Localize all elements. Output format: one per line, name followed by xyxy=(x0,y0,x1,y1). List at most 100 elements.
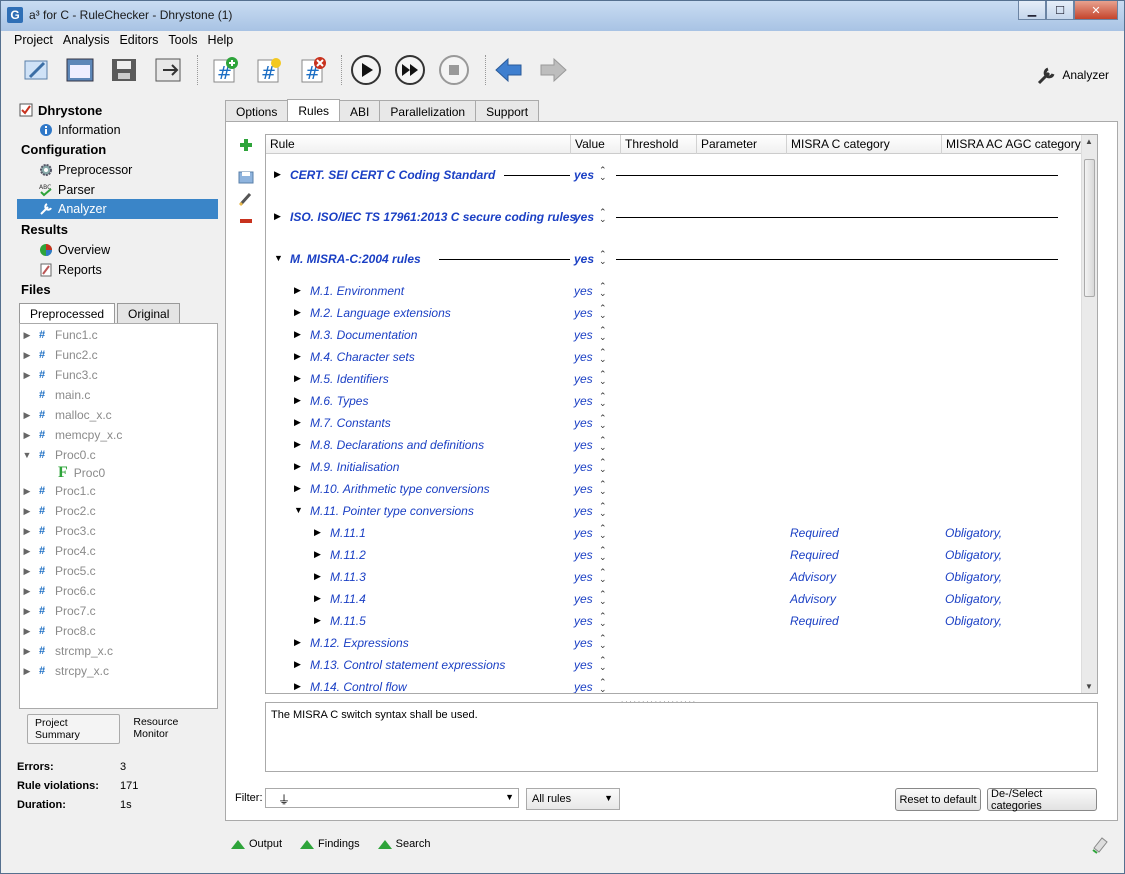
rule-value[interactable]: yes xyxy=(574,394,593,408)
maximize-button[interactable]: ☐ xyxy=(1046,1,1074,20)
menu-help[interactable]: Help xyxy=(203,31,239,51)
remove-file-button[interactable]: # xyxy=(297,54,329,86)
save-button[interactable] xyxy=(108,54,140,86)
rules-filter-select[interactable]: All rules ▼ xyxy=(526,788,620,810)
col-rule[interactable]: Rule xyxy=(266,135,571,154)
table-row[interactable]: ▶ M.5. Identifiers yes ⌃ ⌄ xyxy=(266,368,1082,390)
spin-icon[interactable]: ⌃ ⌄ xyxy=(599,414,607,430)
filter-input[interactable]: ⏚ ▼ xyxy=(265,788,519,808)
status-icon[interactable] xyxy=(1090,834,1110,857)
spin-icon[interactable]: ⌃ ⌄ xyxy=(599,590,607,606)
findings-panel-toggle[interactable]: Findings xyxy=(300,838,360,850)
table-row[interactable]: ▶ M.7. Constants yes ⌃ ⌄ xyxy=(266,412,1082,434)
expand-icon[interactable]: ▶ xyxy=(294,439,301,450)
rule-value[interactable]: yes xyxy=(574,328,593,342)
search-panel-toggle[interactable]: Search xyxy=(377,838,430,850)
expand-icon[interactable]: ▶ xyxy=(294,417,301,428)
spin-icon[interactable]: ⌃ ⌄ xyxy=(599,304,607,320)
expand-icon[interactable]: ▶ xyxy=(294,329,301,340)
file-item[interactable]: ▶ # Func2.c xyxy=(20,345,98,365)
file-item[interactable]: ▶ # Proc2.c xyxy=(20,501,96,521)
expand-icon[interactable]: ▶ xyxy=(314,615,321,626)
file-item[interactable]: ▶ # Proc8.c xyxy=(20,621,96,641)
table-row[interactable]: ▶ M.11.4 yes ⌃ ⌄ Advisory Obligatory, xyxy=(266,588,1082,610)
expand-icon[interactable]: ▶ xyxy=(314,527,321,538)
col-misra-c[interactable]: MISRA C category xyxy=(787,135,942,154)
spin-icon[interactable]: ⌃ ⌄ xyxy=(599,370,607,386)
file-item[interactable]: ▶ # strcmp_x.c xyxy=(20,641,113,661)
rule-value[interactable]: yes xyxy=(574,504,593,518)
spin-icon[interactable]: ⌃ ⌄ xyxy=(599,166,607,182)
table-row[interactable]: ▶ M.3. Documentation yes ⌃ ⌄ xyxy=(266,324,1082,346)
save-rules-button[interactable] xyxy=(237,168,255,186)
forward-button[interactable] xyxy=(537,54,569,86)
file-item[interactable]: ▶ # strcpy_x.c xyxy=(20,661,109,681)
rule-value[interactable]: yes xyxy=(574,306,593,320)
table-row[interactable]: ▼ M.11. Pointer type conversions yes ⌃ ⌄ xyxy=(266,500,1082,522)
expand-icon[interactable]: ▶ xyxy=(294,285,301,296)
spin-icon[interactable]: ⌃ ⌄ xyxy=(599,348,607,364)
reset-default-button[interactable]: Reset to default xyxy=(895,788,981,811)
nav-information[interactable]: Information xyxy=(39,120,121,140)
rule-value[interactable]: yes xyxy=(574,284,593,298)
spin-icon[interactable]: ⌃ ⌄ xyxy=(599,480,607,496)
add-file-button[interactable]: # xyxy=(209,54,241,86)
expand-icon[interactable]: ▶ xyxy=(294,681,301,692)
file-item[interactable]: ▶ # Proc3.c xyxy=(20,521,96,541)
expand-icon[interactable]: ▶ xyxy=(274,169,281,180)
file-item[interactable]: ▶ # memcpy_x.c xyxy=(20,425,123,445)
expand-icon[interactable]: ▶ xyxy=(294,307,301,318)
table-row[interactable]: ▼ M. MISRA-C:2004 rules yes ⌃ ⌄ xyxy=(266,248,1082,270)
tab-preprocessed[interactable]: Preprocessed xyxy=(19,303,116,324)
table-row[interactable]: ▶ M.14. Control flow yes ⌃ ⌄ xyxy=(266,676,1082,694)
table-row[interactable]: ▶ M.11.5 yes ⌃ ⌄ Required Obligatory, xyxy=(266,610,1082,632)
back-button[interactable] xyxy=(493,54,525,86)
expand-icon[interactable]: ▶ xyxy=(314,593,321,604)
open-button[interactable] xyxy=(64,54,96,86)
tab-resource-monitor[interactable]: Resource Monitor xyxy=(126,714,220,744)
table-row[interactable]: ▶ M.6. Types yes ⌃ ⌄ xyxy=(266,390,1082,412)
remove-rule-button[interactable] xyxy=(237,212,255,230)
menu-analysis[interactable]: Analysis xyxy=(58,31,115,51)
rule-value[interactable]: yes xyxy=(574,636,593,650)
table-row[interactable]: ▶ M.11.2 yes ⌃ ⌄ Required Obligatory, xyxy=(266,544,1082,566)
file-item[interactable]: ▶ # Proc6.c xyxy=(20,581,96,601)
spin-icon[interactable]: ⌃ ⌄ xyxy=(599,502,607,518)
file-item[interactable]: # main.c xyxy=(20,385,90,405)
add-rule-button[interactable] xyxy=(237,136,255,154)
collapse-icon[interactable]: ▼ xyxy=(294,505,303,515)
rule-value[interactable]: yes xyxy=(574,252,594,266)
new-file-button[interactable]: # xyxy=(253,54,285,86)
nav-reports[interactable]: Reports xyxy=(39,260,102,280)
col-parameter[interactable]: Parameter xyxy=(697,135,787,154)
tab-project-summary[interactable]: Project Summary xyxy=(27,714,121,744)
expand-icon[interactable]: ▶ xyxy=(274,211,281,222)
rule-value[interactable]: yes xyxy=(574,570,593,584)
expand-icon[interactable]: ▶ xyxy=(314,571,321,582)
spin-icon[interactable]: ⌃ ⌄ xyxy=(599,634,607,650)
menu-tools[interactable]: Tools xyxy=(163,31,202,51)
collapse-icon[interactable]: ▼ xyxy=(274,253,283,263)
spin-icon[interactable]: ⌃ ⌄ xyxy=(599,326,607,342)
expand-icon[interactable]: ▶ xyxy=(314,549,321,560)
file-item[interactable]: ▶ # Proc5.c xyxy=(20,561,96,581)
rule-value[interactable]: yes xyxy=(574,416,593,430)
rule-value[interactable]: yes xyxy=(574,460,593,474)
table-row[interactable]: ▶ M.9. Initialisation yes ⌃ ⌄ xyxy=(266,456,1082,478)
rule-value[interactable]: yes xyxy=(574,350,593,364)
dropdown-arrow-icon[interactable]: ▼ xyxy=(505,792,514,802)
file-item[interactable]: ▶ # Proc1.c xyxy=(20,481,96,501)
analyzer-indicator[interactable]: Analyzer xyxy=(1036,64,1109,86)
rule-value[interactable]: yes xyxy=(574,372,593,386)
spin-icon[interactable]: ⌃ ⌄ xyxy=(599,568,607,584)
nav-analyzer[interactable]: Analyzer xyxy=(17,199,218,219)
table-row[interactable]: ▶ M.10. Arithmetic type conversions yes ⌃ ⌄ xyxy=(266,478,1082,500)
spin-icon[interactable]: ⌃ ⌄ xyxy=(599,656,607,672)
nav-project[interactable]: Dhrystone xyxy=(19,100,102,120)
expand-icon[interactable]: ▶ xyxy=(294,395,301,406)
nav-preprocessor[interactable]: Preprocessor xyxy=(39,160,132,180)
col-misra-agc[interactable]: MISRA AC AGC category xyxy=(942,135,1082,154)
rule-value[interactable]: yes xyxy=(574,548,593,562)
menu-editors[interactable]: Editors xyxy=(114,31,163,51)
rule-value[interactable]: yes xyxy=(574,438,593,452)
